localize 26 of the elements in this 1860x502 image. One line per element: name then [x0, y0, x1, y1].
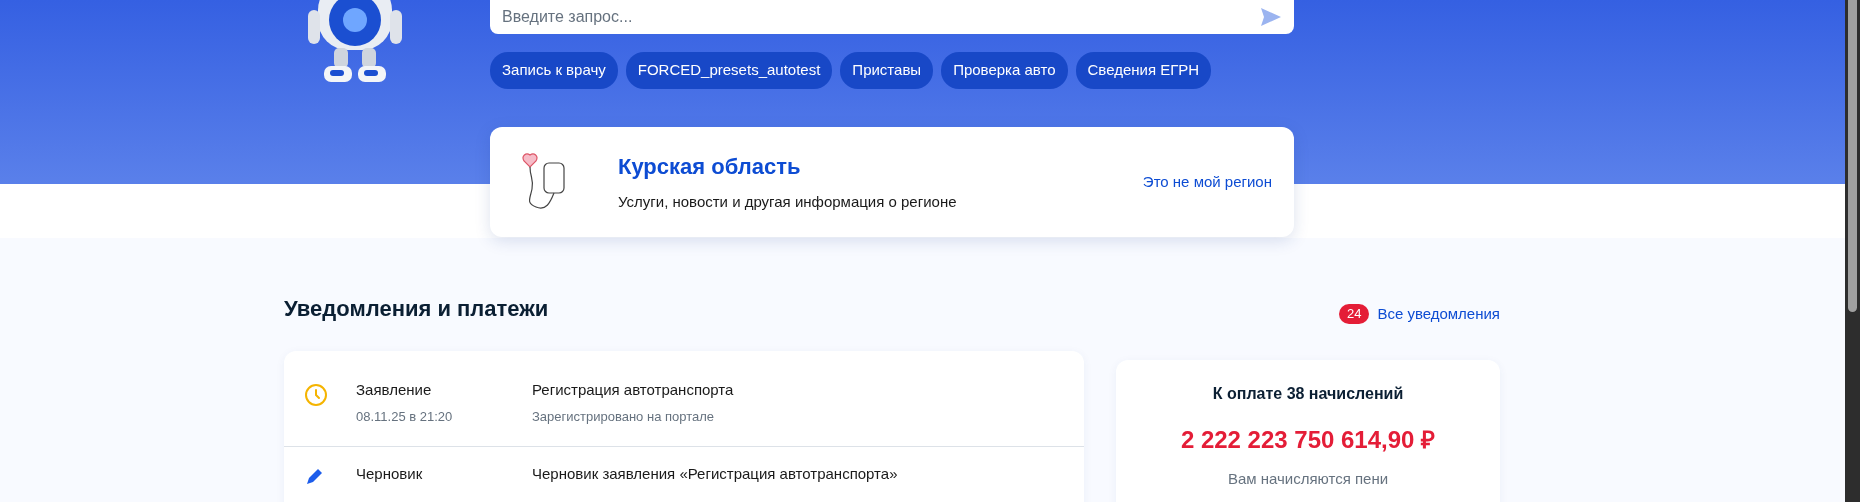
quick-chip[interactable]: Проверка авто — [941, 52, 1068, 89]
notification-type: Черновик — [356, 464, 424, 484]
notification-date: 08.11.25 в 21:20 — [356, 407, 454, 426]
pencil-icon — [304, 467, 324, 487]
notification-status: Зарегистрировано на портале — [532, 407, 716, 426]
notification-title: Черновик заявления «Регистрация автотранспорта» — [532, 464, 898, 484]
payments-amount: 2 222 223 750 614,90 ₽ — [1180, 425, 1436, 455]
notification-row[interactable]: Заявление 08.11.25 в 21:20 Регистрация автотранспорта Зарегистрировано на портале — [284, 351, 1084, 446]
quick-chip[interactable]: Сведения ЕГРН — [1075, 52, 1212, 89]
count-badge: 24 — [1338, 303, 1370, 324]
scrollbar[interactable] — [1845, 0, 1860, 502]
change-region-link[interactable]: Это не мой регион — [1142, 170, 1272, 194]
notification-row[interactable]: Черновик Черновик заявления «Регистрация автотранспорта» — [284, 446, 1084, 502]
payments-note: Вам начисляются пени — [1227, 469, 1389, 489]
clock-icon — [304, 383, 328, 407]
quick-chip[interactable]: FORCED_presets_autotest — [625, 52, 833, 89]
region-title: Курская область — [618, 153, 802, 182]
notification-type: Заявление — [356, 380, 433, 400]
quick-chip[interactable]: Приставы — [840, 52, 934, 89]
search-field[interactable]: Введите запрос... — [490, 0, 1294, 34]
section-heading: Уведомления и платежи — [284, 295, 549, 323]
region-subtitle: Услуги, новости и другая информация о регионе — [618, 192, 957, 213]
all-notifications-link[interactable]: Все уведомления — [1377, 302, 1500, 325]
notification-title: Регистрация автотранспорта — [532, 380, 734, 400]
quick-chip[interactable]: Запись к врачу — [490, 52, 618, 89]
payments-title: К оплате 38 начислений — [1212, 384, 1404, 404]
